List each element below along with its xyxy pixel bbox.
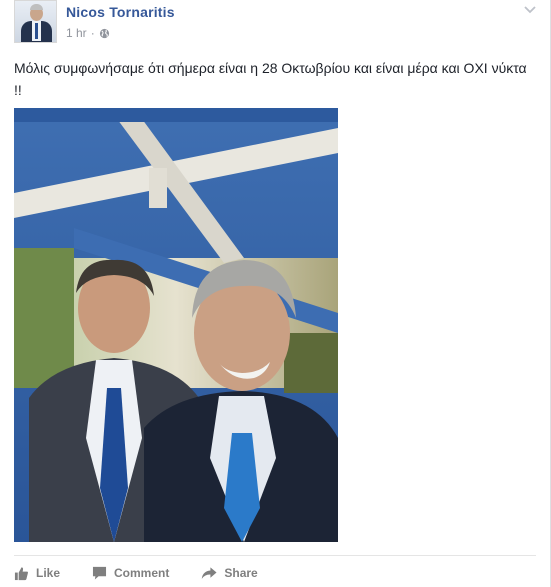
author-name-link[interactable]: Nicos Tornaritis bbox=[66, 4, 175, 20]
share-label: Share bbox=[224, 566, 258, 580]
share-button[interactable]: Share bbox=[201, 566, 258, 580]
post-subline: 1 hr · bbox=[66, 26, 175, 40]
share-icon bbox=[201, 566, 217, 580]
post-header: Nicos Tornaritis 1 hr · bbox=[14, 0, 175, 44]
post-meta: Nicos Tornaritis 1 hr · bbox=[66, 0, 175, 40]
actions-divider bbox=[14, 555, 536, 556]
like-button[interactable]: Like bbox=[14, 566, 60, 581]
comment-button[interactable]: Comment bbox=[92, 566, 169, 580]
meta-separator: · bbox=[90, 26, 95, 40]
author-avatar[interactable] bbox=[14, 0, 57, 43]
chevron-down-icon[interactable] bbox=[522, 4, 538, 16]
post-text: Μόλις συμφωνήσαμε ότι σήμερα είναι η 28 … bbox=[14, 60, 527, 98]
like-icon bbox=[14, 566, 29, 581]
post-photo[interactable] bbox=[14, 108, 338, 542]
like-label: Like bbox=[36, 566, 61, 580]
comment-icon bbox=[92, 566, 107, 580]
facebook-post: Nicos Tornaritis 1 hr · Μόλις συμφωνήσαμ… bbox=[0, 0, 551, 587]
post-timestamp[interactable]: 1 hr bbox=[66, 26, 87, 40]
globe-icon[interactable] bbox=[99, 28, 110, 39]
post-actions-bar: Like Comment Share bbox=[14, 562, 290, 584]
comment-label: Comment bbox=[114, 566, 170, 580]
